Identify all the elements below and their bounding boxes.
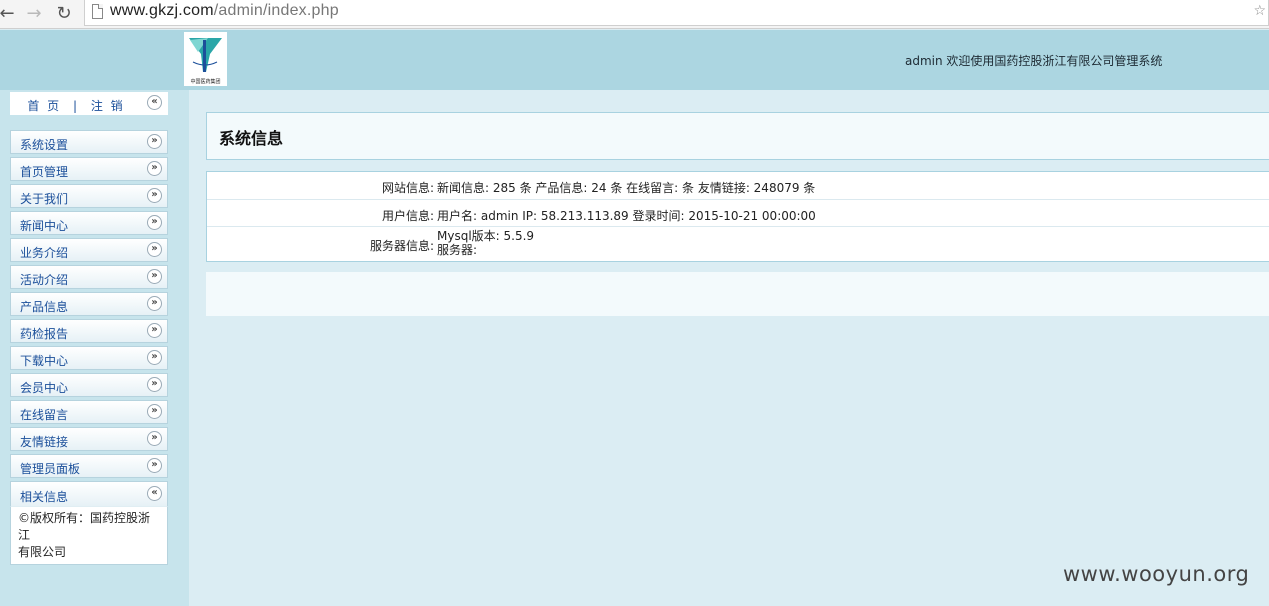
collapse-sidebar-icon[interactable]: « bbox=[147, 95, 162, 110]
sidebar-item-label: 首页管理 bbox=[20, 165, 69, 179]
expand-icon[interactable]: » bbox=[147, 242, 162, 257]
back-arrow-icon[interactable]: ← bbox=[0, 3, 18, 25]
sidebar-item-system-settings[interactable]: 系统设置 » bbox=[10, 130, 168, 154]
sidebar-item-activity-intro[interactable]: 活动介绍 » bbox=[10, 265, 168, 289]
sidebar-item-label: 药检报告 bbox=[20, 327, 69, 341]
sidebar-item-product-info[interactable]: 产品信息 » bbox=[10, 292, 168, 316]
sidebar-top-links: 首 页 | 注 销 « bbox=[10, 92, 168, 115]
home-link[interactable]: 首 页 bbox=[27, 99, 61, 113]
page-title: 系统信息 bbox=[219, 129, 284, 148]
table-row: 服务器信息: Mysql版本: 5.5.9 服务器: bbox=[207, 227, 1269, 261]
expand-icon[interactable]: » bbox=[147, 458, 162, 473]
sidebar-item-business-intro[interactable]: 业务介绍 » bbox=[10, 238, 168, 262]
address-bar[interactable]: www.gkzj.com/admin/index.php ☆ bbox=[84, 0, 1269, 26]
sidebar-item-label: 关于我们 bbox=[20, 192, 69, 206]
forward-arrow-icon[interactable]: → bbox=[23, 3, 45, 25]
table-row: 网站信息: 新闻信息: 285 条 产品信息: 24 条 在线留言: 条 友情链… bbox=[207, 172, 1269, 200]
server-info: 服务器: bbox=[437, 243, 478, 257]
copyright-line-2: 有限公司 bbox=[18, 545, 67, 559]
expand-icon[interactable]: » bbox=[147, 350, 162, 365]
logout-link[interactable]: 注 销 bbox=[91, 99, 125, 113]
sidebar-item-label: 管理员面板 bbox=[20, 462, 81, 476]
sidebar-item-label: 活动介绍 bbox=[20, 273, 69, 287]
url-path: /admin/index.php bbox=[213, 2, 339, 19]
sidebar: 首 页 | 注 销 « 系统设置 » 首页管理 » 关于我们 » 新闻中心 » 业务介绍… bbox=[0, 90, 189, 606]
page-header: 中国医药集团 admin 欢迎使用国药控股浙江有限公司管理系统 bbox=[0, 30, 1269, 90]
row-key: 服务器信息: bbox=[369, 239, 434, 253]
url-host: www.gkzj.com bbox=[110, 2, 214, 19]
address-url[interactable]: www.gkzj.com/admin/index.php bbox=[110, 2, 339, 20]
page-icon bbox=[92, 4, 103, 19]
copyright-line-1: ©版权所有：国药控股浙江 bbox=[18, 511, 151, 542]
expand-icon[interactable]: » bbox=[147, 188, 162, 203]
sidebar-item-label: 相关信息 bbox=[20, 490, 69, 504]
row-key: 用户信息: bbox=[381, 209, 434, 223]
watermark: www.wooyun.org bbox=[1063, 562, 1250, 586]
table-row: 用户信息: 用户名: admin IP: 58.213.113.89 登录时间:… bbox=[207, 200, 1269, 227]
expand-icon[interactable]: » bbox=[147, 161, 162, 176]
sidebar-item-about-us[interactable]: 关于我们 » bbox=[10, 184, 168, 208]
expand-icon[interactable]: » bbox=[147, 377, 162, 392]
logo-funnel-icon bbox=[189, 38, 222, 72]
mysql-version: Mysql版本: 5.5.9 bbox=[437, 229, 535, 243]
sidebar-item-label: 友情链接 bbox=[20, 435, 69, 449]
system-info-table: 网站信息: 新闻信息: 285 条 产品信息: 24 条 在线留言: 条 友情链… bbox=[206, 171, 1269, 262]
sidebar-menu: 系统设置 » 首页管理 » 关于我们 » 新闻中心 » 业务介绍 » 活动介绍 » 产品信息… bbox=[10, 130, 168, 565]
main-content: 系统信息 网站信息: 新闻信息: 285 条 产品信息: 24 条 在线留言: … bbox=[189, 90, 1269, 606]
row-key: 网站信息: bbox=[381, 181, 434, 195]
sidebar-item-label: 业务介绍 bbox=[20, 246, 69, 260]
welcome-text: admin 欢迎使用国药控股浙江有限公司管理系统 bbox=[905, 54, 1163, 68]
sidebar-item-label: 系统设置 bbox=[20, 138, 69, 152]
expand-icon[interactable]: » bbox=[147, 215, 162, 230]
page-title-bar: 系统信息 bbox=[206, 112, 1269, 160]
row-value: 新闻信息: 285 条 产品信息: 24 条 在线留言: 条 友情链接: 248… bbox=[437, 181, 816, 195]
sidebar-item-label: 在线留言 bbox=[20, 408, 69, 422]
sidebar-item-homepage-management[interactable]: 首页管理 » bbox=[10, 157, 168, 181]
sidebar-item-friendly-links[interactable]: 友情链接 » bbox=[10, 427, 168, 451]
logo-text: 中国医药集团 bbox=[190, 79, 221, 85]
row-value: 用户名: admin IP: 58.213.113.89 登录时间: 2015-… bbox=[437, 209, 816, 223]
sidebar-item-label: 新闻中心 bbox=[20, 219, 69, 233]
sidebar-item-online-messages[interactable]: 在线留言 » bbox=[10, 400, 168, 424]
sidebar-item-member-center[interactable]: 会员中心 » bbox=[10, 373, 168, 397]
row-value: Mysql版本: 5.5.9 服务器: bbox=[437, 229, 534, 257]
expand-icon[interactable]: » bbox=[147, 296, 162, 311]
browser-toolbar: ← → ↻ www.gkzj.com/admin/index.php ☆ bbox=[0, 0, 1269, 29]
expand-icon[interactable]: » bbox=[147, 323, 162, 338]
sidebar-item-drug-reports[interactable]: 药检报告 » bbox=[10, 319, 168, 343]
bookmark-icon[interactable]: ☆ bbox=[1253, 3, 1266, 19]
empty-panel bbox=[206, 272, 1269, 316]
sidebar-item-admin-panel[interactable]: 管理员面板 » bbox=[10, 454, 168, 478]
sidebar-item-label: 会员中心 bbox=[20, 381, 69, 395]
sidebar-item-related-info[interactable]: 相关信息 « bbox=[10, 481, 168, 506]
link-separator: | bbox=[72, 99, 80, 113]
expand-icon[interactable]: » bbox=[147, 269, 162, 284]
sidebar-item-download-center[interactable]: 下载中心 » bbox=[10, 346, 168, 370]
expand-icon[interactable]: » bbox=[147, 404, 162, 419]
reload-icon[interactable]: ↻ bbox=[53, 3, 75, 25]
copyright-box: ©版权所有：国药控股浙江 有限公司 bbox=[10, 506, 168, 565]
expand-icon[interactable]: » bbox=[147, 431, 162, 446]
expand-icon[interactable]: » bbox=[147, 134, 162, 149]
sidebar-item-label: 产品信息 bbox=[20, 300, 69, 314]
company-logo: 中国医药集团 bbox=[184, 32, 227, 86]
collapse-icon[interactable]: « bbox=[147, 486, 162, 501]
sidebar-item-label: 下载中心 bbox=[20, 354, 69, 368]
sidebar-item-news-center[interactable]: 新闻中心 » bbox=[10, 211, 168, 235]
